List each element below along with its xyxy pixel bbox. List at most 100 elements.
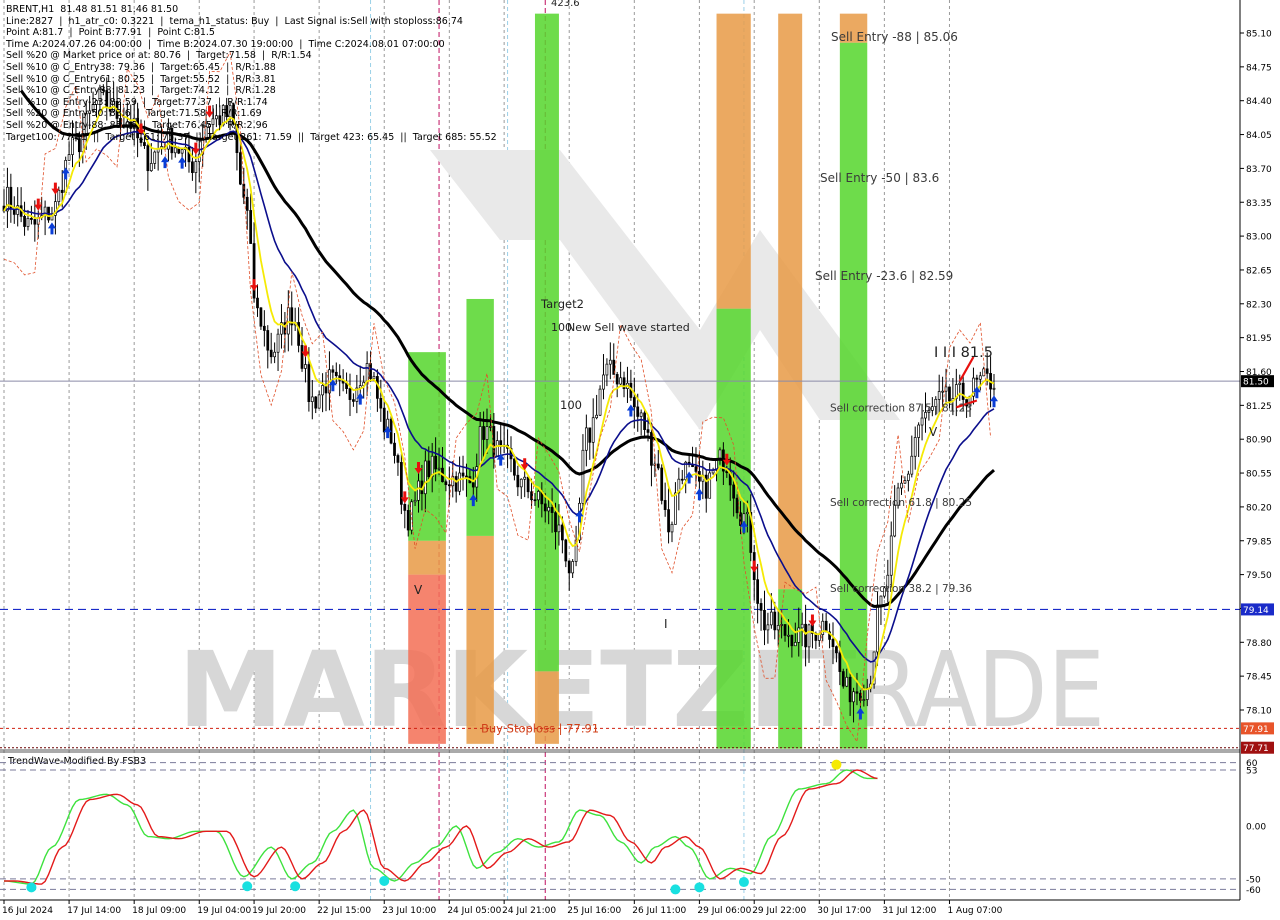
candle-body [790, 634, 794, 647]
candle-body [149, 163, 153, 172]
candle-body [917, 424, 921, 438]
candle-body [403, 503, 407, 511]
chart-annotation: I I I 81.5 [934, 345, 993, 361]
candle-body [756, 579, 760, 604]
y-tick-label: 81.95 [1246, 334, 1272, 344]
subwindow-title: TrendWave-Modified By FSB3 [7, 756, 146, 767]
candle-body [101, 89, 105, 91]
y-tick-label: 83.70 [1246, 165, 1272, 175]
candle-body [595, 414, 599, 419]
candle-body [838, 652, 842, 672]
candle-body [238, 152, 242, 185]
candle-body [608, 359, 612, 365]
x-tick-label: 18 Jul 09:00 [132, 906, 186, 916]
candle-body [372, 376, 376, 379]
candle-body [379, 398, 383, 409]
candle-body [845, 676, 849, 687]
candle-body [410, 501, 414, 531]
candle-body [266, 330, 270, 351]
y-tick-label: 78.45 [1246, 673, 1272, 683]
chart-window: MARKETZITRADE Sell Entry -88 | 85.06Sell… [0, 0, 1280, 920]
price-chart[interactable]: MARKETZITRADE Sell Entry -88 | 85.06Sell… [0, 0, 1280, 920]
y-tick-label: 79.50 [1246, 571, 1272, 581]
oscillator-yellow-dot [831, 759, 842, 770]
candle-body [913, 437, 917, 457]
candle-body [307, 364, 311, 402]
candle-body [98, 89, 102, 102]
oscillator-cyan-dot [670, 884, 681, 895]
candle-body [187, 146, 191, 163]
candle-body [71, 137, 74, 155]
candle-body [9, 186, 13, 209]
candle-body [656, 463, 660, 469]
candle-body [674, 492, 677, 525]
x-tick-label: 16 Jul 2024 [2, 906, 53, 916]
candle-body [831, 639, 835, 648]
chart-annotation: V [929, 425, 938, 439]
candle-body [533, 499, 537, 502]
candle-body [992, 387, 996, 390]
candle-body [153, 151, 157, 164]
candle-body [581, 449, 585, 504]
zone-segment [716, 13, 751, 309]
candle-body [591, 417, 595, 443]
candle-body [667, 509, 670, 533]
osc-y-tick-label: -60 [1246, 886, 1261, 896]
candle-body [262, 325, 266, 331]
candle-body [211, 118, 215, 125]
candle-body [218, 115, 222, 126]
candle-body [57, 189, 61, 202]
candle-body [465, 475, 468, 478]
candle-body [598, 388, 602, 416]
x-tick-label: 29 Jul 22:00 [752, 906, 806, 916]
candle-body [382, 407, 386, 433]
candle-body [948, 386, 951, 402]
zone-label: Sell Entry -88 | 85.06 [831, 30, 958, 44]
candle-body [783, 624, 787, 636]
candle-body [543, 503, 547, 512]
candle-body [60, 189, 64, 193]
candle-body [670, 523, 674, 533]
zone-label: Sell Entry -50 | 83.6 [820, 171, 939, 185]
candle-body [663, 500, 667, 510]
candle-body [125, 121, 129, 126]
target100-tag: 77.71 [1243, 744, 1269, 754]
candle-body [550, 507, 554, 513]
candle-body [800, 623, 804, 629]
candle-body [571, 561, 575, 574]
candle-body [588, 427, 592, 443]
x-tick-label: 19 Jul 20:00 [252, 906, 306, 916]
zone-label: Sell Entry -23.6 | 82.59 [815, 269, 953, 283]
candle-body [646, 429, 650, 433]
candle-body [482, 426, 485, 440]
candle-body [619, 377, 622, 385]
candle-body [136, 117, 139, 139]
y-tick-label: 80.90 [1246, 436, 1272, 446]
osc-y-tick-label: -50 [1246, 875, 1261, 885]
y-tick-label: 84.40 [1246, 97, 1272, 107]
zone-segment [839, 42, 868, 749]
chart-annotation: V [414, 583, 423, 597]
candle-body [584, 427, 588, 451]
candle-body [434, 455, 438, 470]
candle-body [910, 455, 914, 475]
candle-body [67, 154, 71, 161]
candle-body [879, 595, 883, 606]
zone-segment [778, 13, 803, 590]
candle-body [23, 216, 26, 227]
zone-label: Sell correction 87.5 | 81.23 [830, 402, 972, 414]
candle-body [835, 646, 838, 654]
x-tick-label: 24 Jul 21:00 [502, 906, 556, 916]
x-tick-label: 23 Jul 10:00 [382, 906, 436, 916]
candle-body [348, 388, 352, 400]
x-tick-label: 22 Jul 15:00 [317, 906, 371, 916]
candle-body [537, 491, 540, 501]
candle-body [862, 699, 866, 701]
chart-annotation: New Sell wave started [567, 321, 690, 334]
candle-body [314, 396, 318, 409]
osc-y-tick-label: 53 [1246, 766, 1257, 776]
candle-body [489, 426, 492, 428]
candle-body [105, 90, 109, 108]
candle-body [602, 374, 605, 390]
x-tick-label: 1 Aug 07:00 [947, 906, 1002, 916]
